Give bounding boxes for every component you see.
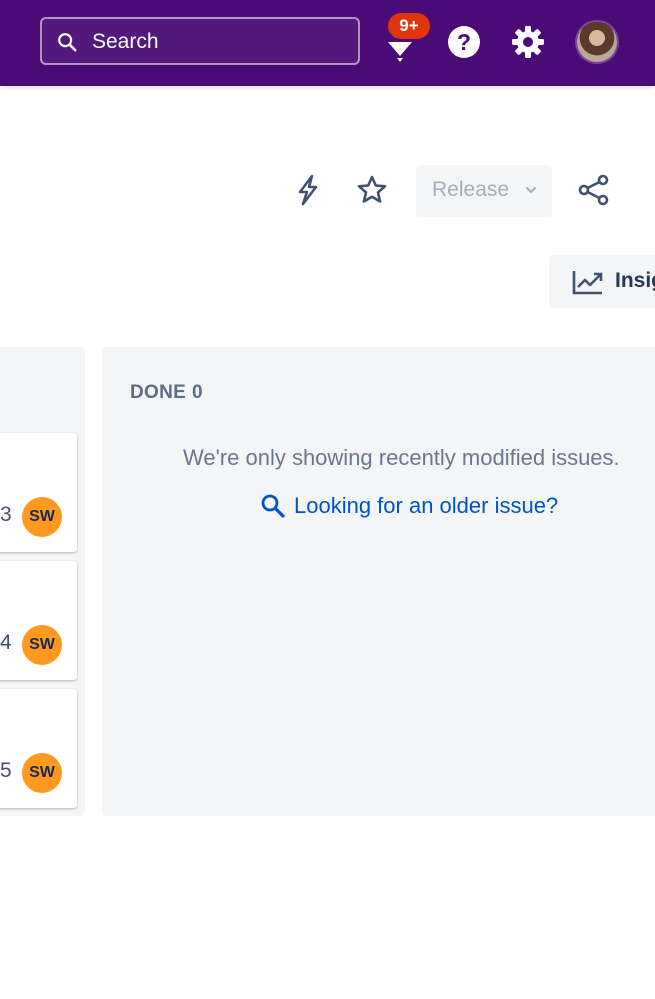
share-icon[interactable] (576, 172, 612, 208)
release-label: Release (432, 178, 510, 201)
recent-issues-message: We're only showing recently modified iss… (183, 445, 620, 470)
search-placeholder: Search (92, 30, 159, 53)
issue-number: 3 (0, 503, 12, 526)
help-icon[interactable]: ? (446, 24, 482, 60)
search-input[interactable]: Search (40, 17, 360, 65)
issue-number: 4 (0, 631, 12, 654)
svg-text:?: ? (457, 29, 471, 55)
chevron-down-icon (526, 187, 536, 194)
issue-card[interactable]: 3 SW (0, 433, 77, 552)
assignee-avatar[interactable]: SW (22, 625, 62, 665)
issue-number: 5 (0, 759, 12, 782)
insights-button[interactable]: Insig (549, 255, 655, 308)
search-icon (58, 33, 77, 52)
column-title: DONE (130, 382, 187, 403)
older-issue-link-text: Looking for an older issue? (294, 493, 559, 518)
search-icon (261, 494, 285, 518)
user-avatar[interactable] (577, 22, 617, 62)
insights-label: Insig (615, 269, 655, 292)
chart-trend-icon (572, 271, 603, 295)
issue-card[interactable]: 5 SW (0, 689, 77, 808)
release-button[interactable]: Release (416, 165, 552, 217)
board-column-done: DONE 0 We're only showing recently modif… (102, 347, 655, 816)
issue-card[interactable]: 4 SW (0, 561, 77, 680)
assignee-avatar[interactable]: SW (22, 497, 62, 537)
automation-icon[interactable] (290, 172, 326, 208)
settings-icon[interactable] (510, 24, 546, 60)
assignee-avatar[interactable]: SW (22, 753, 62, 793)
top-navigation-bar: Search 9+ ? (0, 0, 655, 86)
column-count: 0 (192, 382, 203, 403)
star-icon[interactable] (354, 172, 390, 208)
notifications-badge: 9+ (388, 13, 430, 39)
